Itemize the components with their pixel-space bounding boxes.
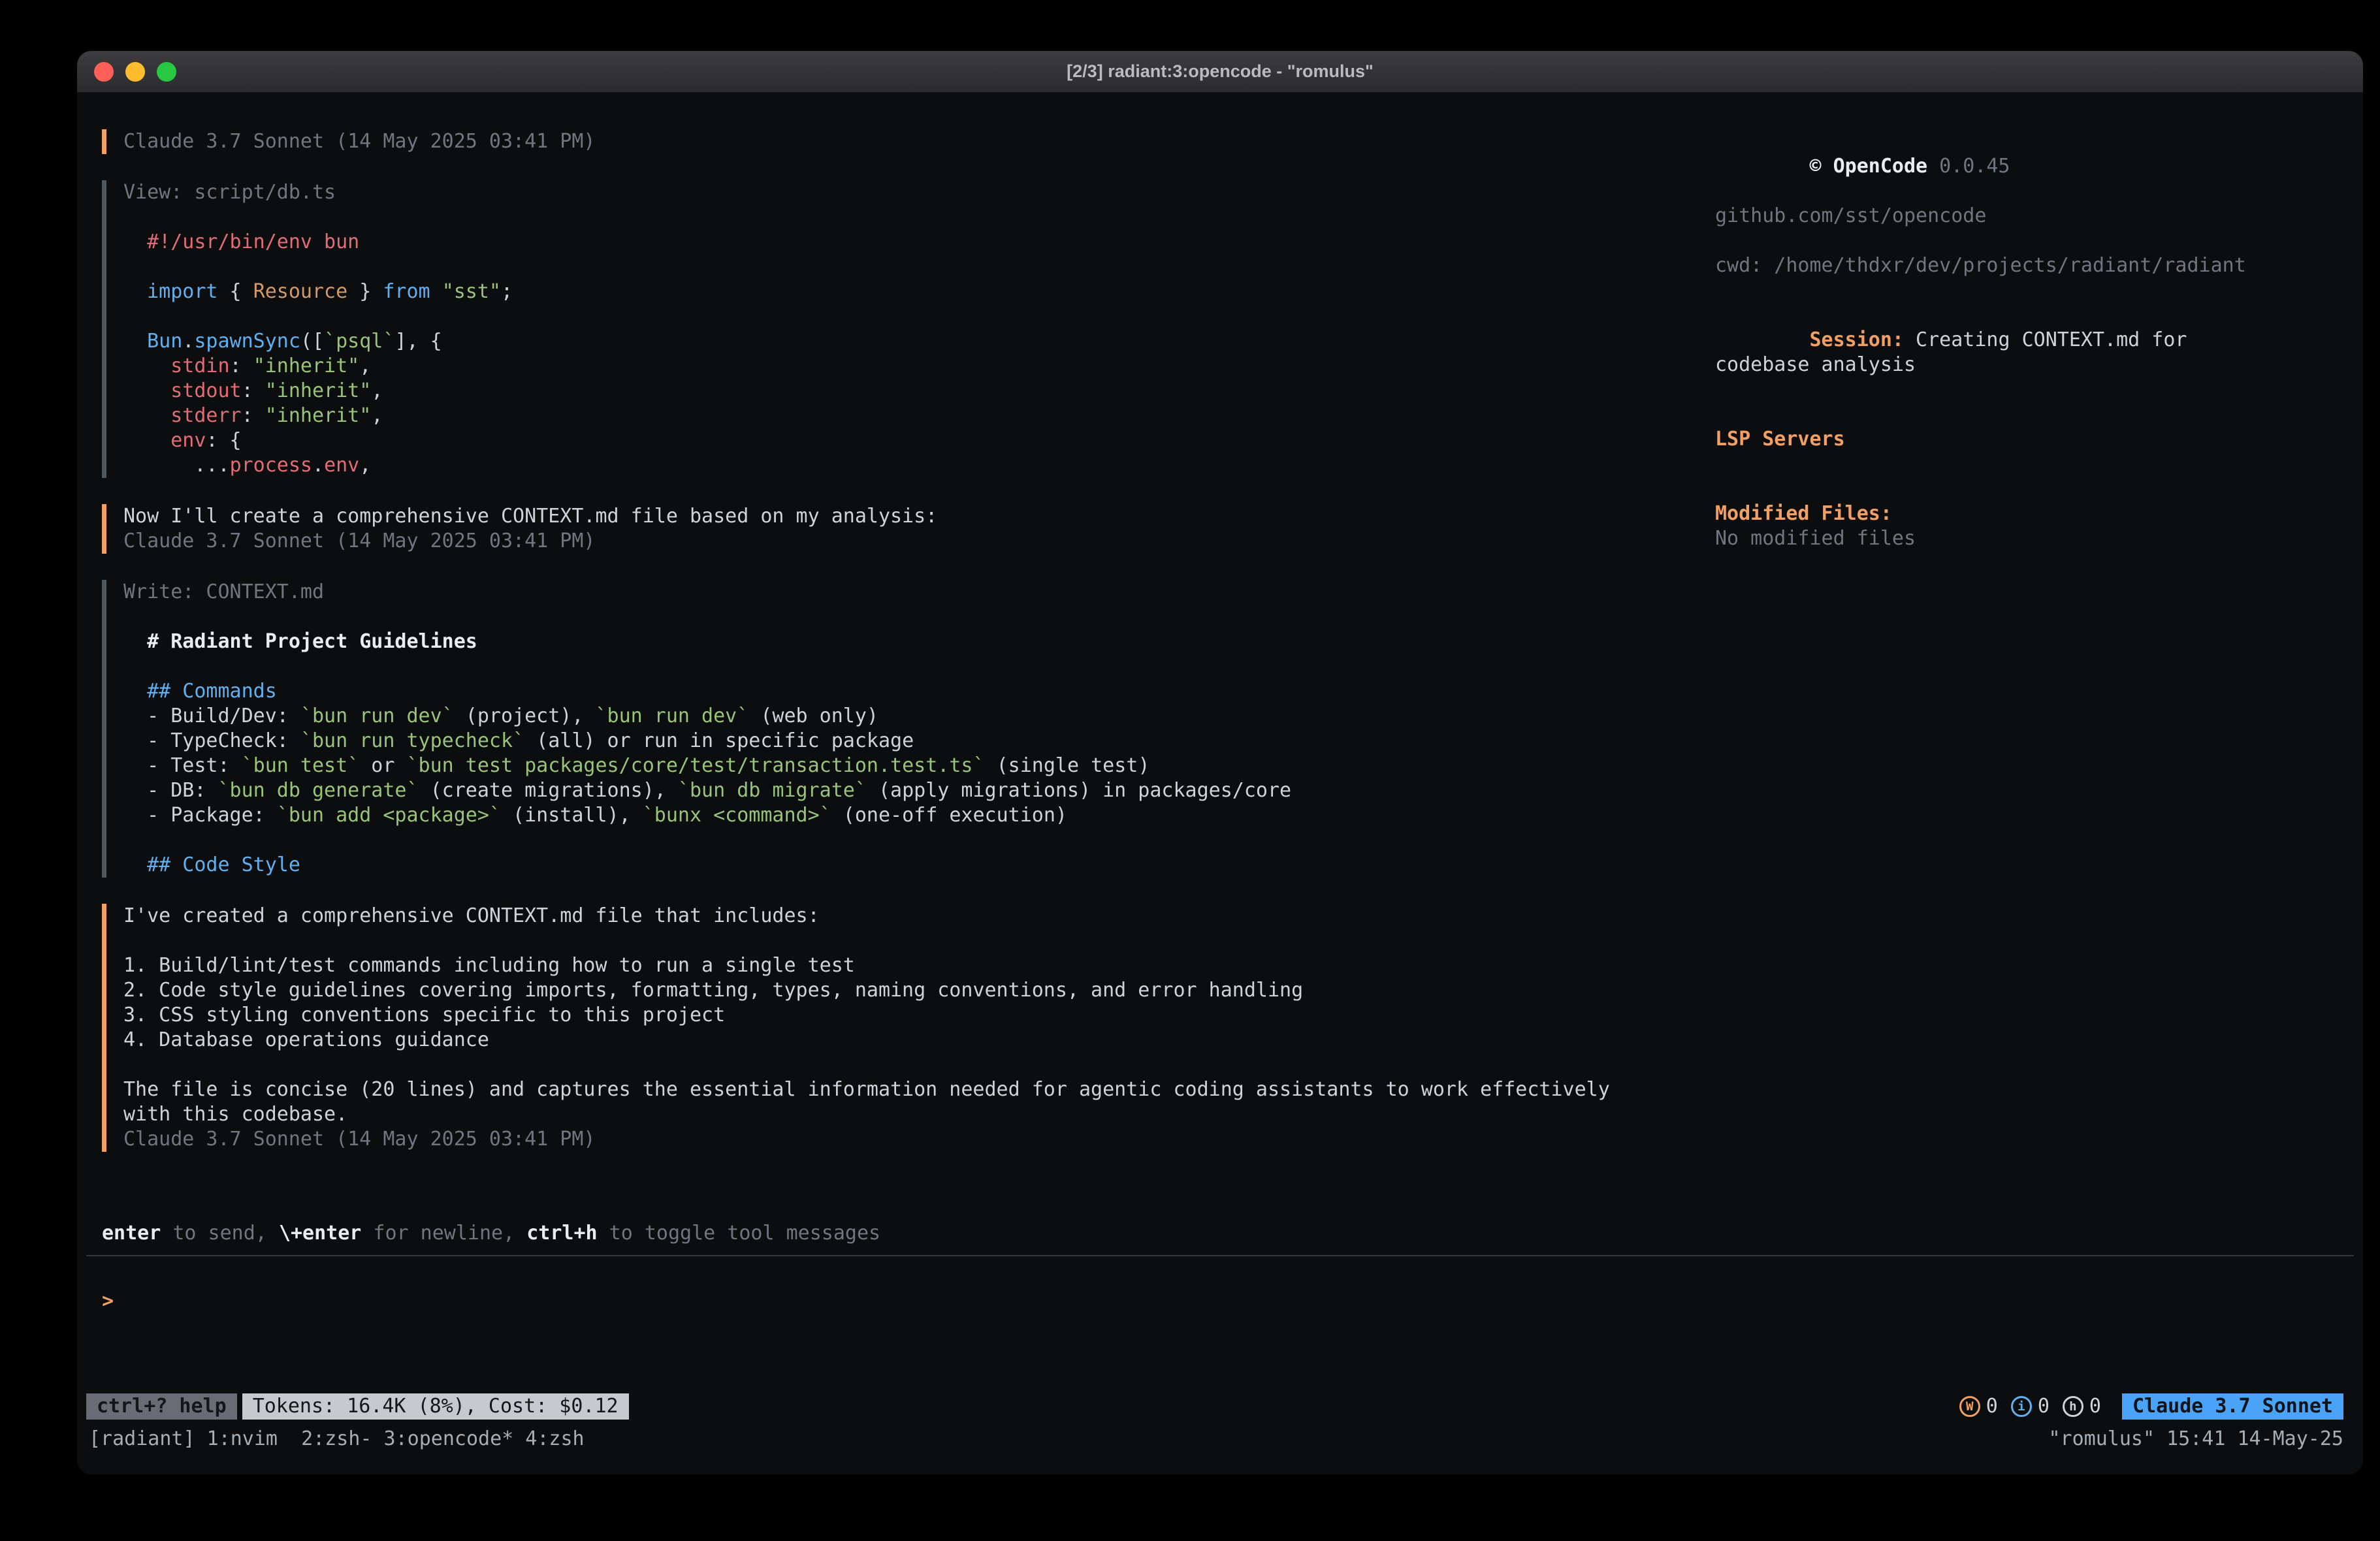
text-line: 2. Code style guidelines covering import… (123, 978, 1715, 1003)
help-chip[interactable]: ctrl+? help (86, 1393, 237, 1420)
tmux-windows: [radiant] 1:nvim 2:zsh- 3:opencode* 4:zs… (89, 1427, 2048, 1452)
window-titlebar: [2/3] radiant:3:opencode - "romulus" (77, 51, 2363, 93)
text-line (123, 828, 1715, 853)
model-chip[interactable]: Claude 3.7 Sonnet (2122, 1393, 2343, 1420)
session-title: Creating CONTEXT.md for codebase analysi… (1715, 328, 2199, 376)
traffic-lights (94, 62, 176, 82)
tmux-session-clock: "romulus" 15:41 14-May-25 (2048, 1427, 2343, 1452)
prompt-symbol: > (102, 1290, 114, 1312)
text-line: ...process.env, (123, 453, 1715, 478)
text-line: Claude 3.7 Sonnet (14 May 2025 03:41 PM) (123, 1127, 1715, 1152)
terminal-window: [2/3] radiant:3:opencode - "romulus" Cla… (77, 51, 2363, 1474)
diagnostic-hint: h0 (2063, 1394, 2101, 1419)
text-line: ## Commands (123, 679, 1715, 704)
text-line: 4. Database operations guidance (123, 1028, 1715, 1053)
text-line: 3. CSS styling conventions specific to t… (123, 1003, 1715, 1028)
cwd-label: cwd: /home/thdxr/dev/projects/radiant/ra… (1715, 254, 2246, 277)
input-empty-space (86, 1314, 2354, 1392)
text-line: ## Code Style (123, 853, 1715, 878)
modified-files-heading: Modified Files: (1715, 501, 2277, 526)
status-bar: ctrl+? help Tokens: 16.4K (8%), Cost: $0… (86, 1392, 2343, 1421)
text-line: # Radiant Project Guidelines (123, 629, 1715, 654)
input-area: enter to send, \+enter for newline, ctrl… (77, 1221, 2363, 1392)
text-line (123, 1053, 1715, 1077)
brand-label: © OpenCode (1810, 155, 1928, 178)
text-line (123, 205, 1715, 230)
text-line: with this codebase. (123, 1102, 1715, 1127)
assistant-message-meta: Claude 3.7 Sonnet (14 May 2025 03:41 PM) (102, 129, 1715, 154)
text-line (123, 654, 1715, 679)
text-line (123, 255, 1715, 279)
modified-files-empty: No modified files (1715, 526, 2277, 551)
text-line (123, 929, 1715, 953)
diagnostic-warning: W0 (1959, 1394, 1998, 1419)
sidebar: © OpenCode 0.0.45 github.com/sst/opencode… (1715, 129, 2363, 1221)
modified-files-empty-label: No modified files (1715, 527, 1916, 550)
warning-icon: W (1959, 1396, 1980, 1417)
text-line: #!/usr/bin/env bun (123, 230, 1715, 255)
text-line: - Build/Dev: `bun run dev` (project), `b… (123, 704, 1715, 729)
tool-write-block: Write: CONTEXT.md # Radiant Project Guid… (102, 580, 1715, 878)
text-line: - Test: `bun test` or `bun test packages… (123, 754, 1715, 778)
text-line: - Package: `bun add <package>` (install)… (123, 803, 1715, 828)
text-line: stderr: "inherit", (123, 404, 1715, 428)
text-line: Claude 3.7 Sonnet (14 May 2025 03:41 PM) (123, 529, 1715, 554)
repo-label: github.com/sst/opencode (1715, 204, 1986, 227)
text-line: - DB: `bun db generate` (create migratio… (123, 778, 1715, 803)
spacer (1715, 452, 2277, 477)
minimize-button[interactable] (125, 62, 145, 82)
text-line: env: { (123, 428, 1715, 453)
assistant-message-summary: I've created a comprehensive CONTEXT.md … (102, 904, 1715, 1152)
text-line: import { Resource } from "sst"; (123, 279, 1715, 304)
diagnostic-info: i0 (2011, 1394, 2050, 1419)
text-line: The file is concise (20 lines) and captu… (123, 1077, 1715, 1102)
hint-count: 0 (2089, 1394, 2101, 1419)
text-line: Write: CONTEXT.md (123, 580, 1715, 605)
info-icon: i (2011, 1396, 2032, 1417)
text-line: I've created a comprehensive CONTEXT.md … (123, 904, 1715, 929)
chat-blocks: Claude 3.7 Sonnet (14 May 2025 03:41 PM)… (102, 129, 1715, 1221)
text-line: stdin: "inherit", (123, 354, 1715, 379)
tokens-chip: Tokens: 16.4K (8%), Cost: $0.12 (242, 1393, 629, 1420)
maximize-button[interactable] (157, 62, 176, 82)
assistant-message-intro: Now I'll create a comprehensive CONTEXT.… (102, 504, 1715, 554)
input-hint: enter to send, \+enter for newline, ctrl… (86, 1221, 2354, 1246)
text-line: 1. Build/lint/test commands including ho… (123, 953, 1715, 978)
text-line: - TypeCheck: `bun run typecheck` (all) o… (123, 729, 1715, 754)
lsp-servers-label: LSP Servers (1715, 428, 1845, 451)
window-title: [2/3] radiant:3:opencode - "romulus" (1067, 61, 1374, 82)
cwd-line: cwd: /home/thdxr/dev/projects/radiant/ra… (1715, 253, 2277, 278)
lsp-servers-heading: LSP Servers (1715, 427, 2277, 452)
text-line: Bun.spawnSync([`psql`], { (123, 329, 1715, 354)
tool-view-block: View: script/db.ts #!/usr/bin/env bun im… (102, 180, 1715, 478)
text-line: stdout: "inherit", (123, 379, 1715, 404)
close-button[interactable] (94, 62, 114, 82)
text-line: Claude 3.7 Sonnet (14 May 2025 03:41 PM) (123, 129, 1715, 154)
spacer (1715, 477, 2277, 501)
warning-count: 0 (1986, 1394, 1998, 1419)
modified-files-label: Modified Files: (1715, 502, 1892, 525)
tmux-status-bar: [radiant] 1:nvim 2:zsh- 3:opencode* 4:zs… (89, 1426, 2343, 1452)
session-label: Session: (1810, 328, 1905, 351)
version-label: 0.0.45 (1939, 155, 2010, 178)
session-line: Session: Creating CONTEXT.md for codebas… (1715, 303, 2277, 402)
text-line (123, 605, 1715, 629)
spacer (1715, 402, 2277, 427)
text-line: Now I'll create a comprehensive CONTEXT.… (123, 504, 1715, 529)
brand-line: © OpenCode 0.0.45 (1715, 129, 2277, 204)
spacer (1715, 229, 2277, 253)
terminal-content: Claude 3.7 Sonnet (14 May 2025 03:41 PM)… (77, 93, 2363, 1221)
text-line (123, 304, 1715, 329)
hint-icon: h (2063, 1396, 2083, 1417)
input-divider (86, 1255, 2354, 1256)
diagnostics: W0i0h0 (1959, 1394, 2101, 1419)
spacer (1715, 278, 2277, 303)
prompt-input[interactable]: > (86, 1289, 2354, 1314)
text-line: View: script/db.ts (123, 180, 1715, 205)
repo-link[interactable]: github.com/sst/opencode (1715, 204, 2277, 229)
info-count: 0 (2038, 1394, 2050, 1419)
